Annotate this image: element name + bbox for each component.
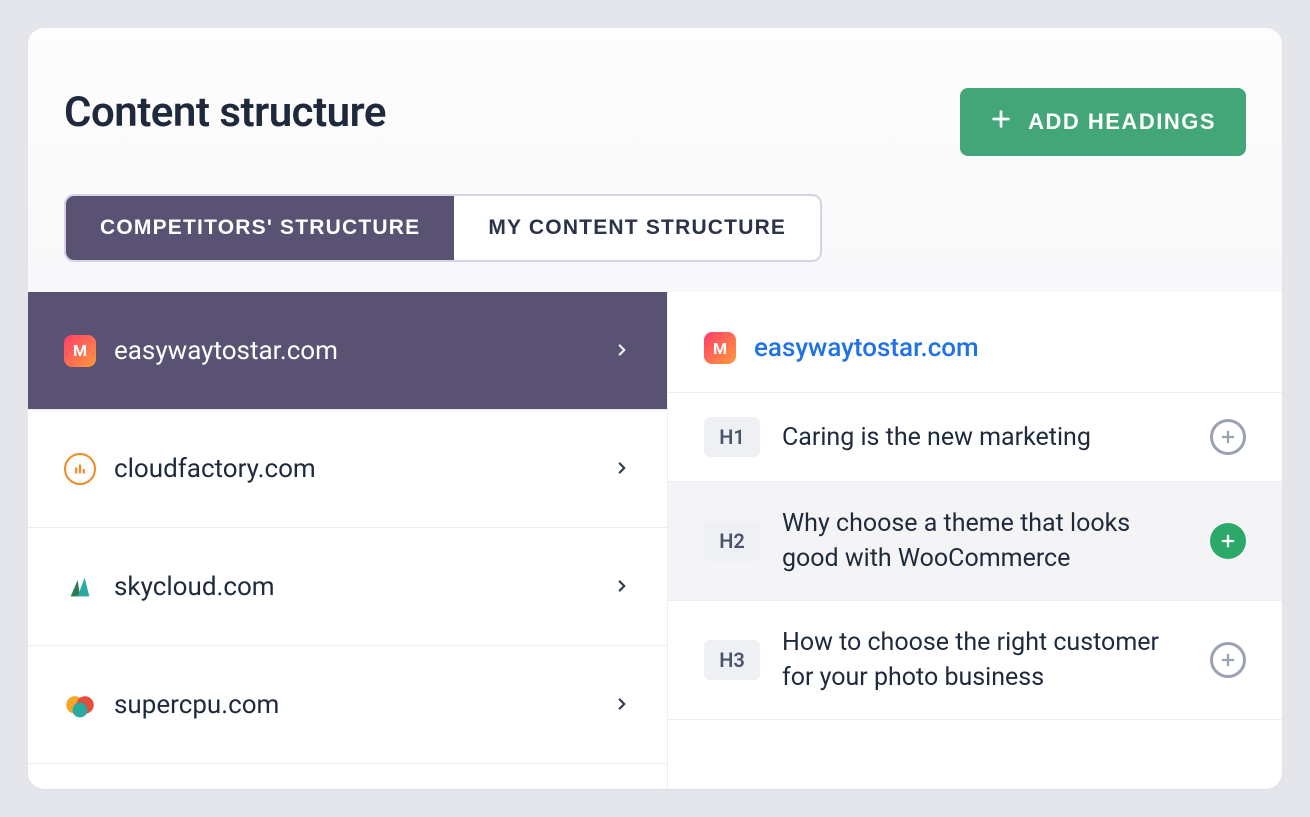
heading-text: How to choose the right customer for you… <box>782 625 1188 695</box>
favicon-supercpu-icon <box>64 689 96 721</box>
competitor-domain-label: supercpu.com <box>114 690 279 720</box>
competitor-list: M easywaytostar.com cloudfactory.com <box>28 292 668 789</box>
heading-level-badge: H2 <box>704 521 760 561</box>
tab-competitors[interactable]: COMPETITORS' STRUCTURE <box>66 196 454 260</box>
add-headings-button[interactable]: ADD HEADINGS <box>960 88 1246 156</box>
tab-my-content[interactable]: MY CONTENT STRUCTURE <box>454 196 820 260</box>
add-heading-button[interactable] <box>1210 523 1246 559</box>
favicon-detail-icon: M <box>704 332 736 364</box>
add-heading-button[interactable] <box>1210 419 1246 455</box>
tabs-container: COMPETITORS' STRUCTURE MY CONTENT STRUCT… <box>28 176 1282 292</box>
favicon-skycloud-icon <box>64 571 96 603</box>
competitor-domain-label: skycloud.com <box>114 572 275 602</box>
competitor-domain-label: easywaytostar.com <box>114 336 338 366</box>
competitor-row-easywaytostar[interactable]: M easywaytostar.com <box>28 292 667 410</box>
detail-header: M easywaytostar.com <box>668 292 1282 393</box>
add-heading-button[interactable] <box>1210 642 1246 678</box>
chevron-right-icon <box>613 454 631 484</box>
heading-level-badge: H1 <box>704 417 760 457</box>
chevron-right-icon <box>613 336 631 366</box>
competitor-row-cloudfactory[interactable]: cloudfactory.com <box>28 410 667 528</box>
add-headings-label: ADD HEADINGS <box>1028 109 1216 135</box>
detail-domain-link[interactable]: easywaytostar.com <box>754 333 979 363</box>
chevron-right-icon <box>613 572 631 602</box>
chevron-right-icon <box>613 690 631 720</box>
page-title: Content structure <box>64 88 386 137</box>
heading-level-badge: H3 <box>704 640 760 680</box>
heading-row: H1 Caring is the new marketing <box>668 393 1282 482</box>
plus-icon <box>990 108 1012 136</box>
competitor-row-skycloud[interactable]: skycloud.com <box>28 528 667 646</box>
favicon-easywaytostar-icon: M <box>64 335 96 367</box>
card-header: Content structure ADD HEADINGS <box>28 28 1282 176</box>
favicon-cloudfactory-icon <box>64 453 96 485</box>
competitor-row-supercpu[interactable]: supercpu.com <box>28 646 667 764</box>
competitor-domain-label: cloudfactory.com <box>114 454 316 484</box>
heading-row: H3 How to choose the right customer for … <box>668 601 1282 720</box>
heading-row: H2 Why choose a theme that looks good wi… <box>668 482 1282 601</box>
content-split: M easywaytostar.com cloudfactory.com <box>28 292 1282 789</box>
heading-text: Why choose a theme that looks good with … <box>782 506 1188 576</box>
competitor-detail: M easywaytostar.com H1 Caring is the new… <box>668 292 1282 789</box>
content-structure-card: Content structure ADD HEADINGS COMPETITO… <box>28 28 1282 789</box>
heading-text: Caring is the new marketing <box>782 420 1188 455</box>
tab-group: COMPETITORS' STRUCTURE MY CONTENT STRUCT… <box>64 194 822 262</box>
